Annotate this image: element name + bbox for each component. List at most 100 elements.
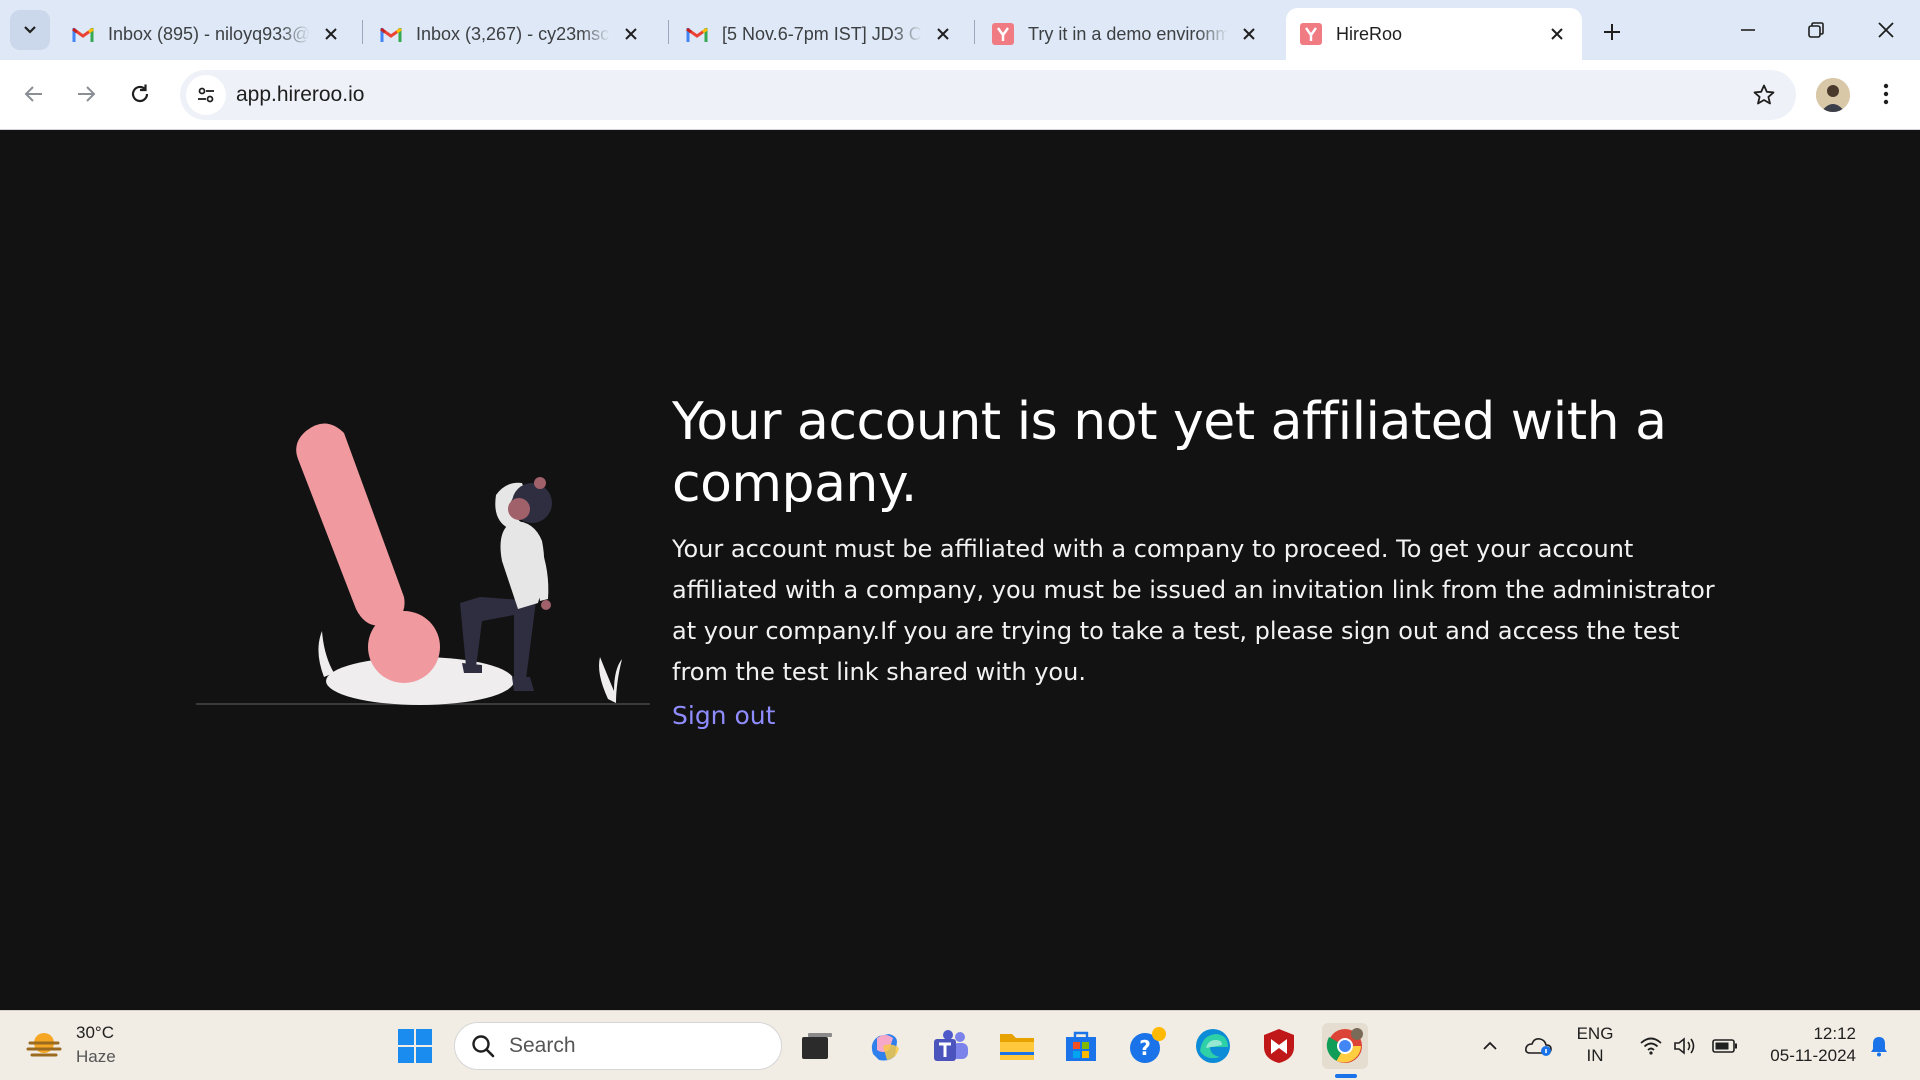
browser-menu-button[interactable] — [1868, 74, 1904, 114]
clock-date: 05-11-2024 — [1770, 1046, 1856, 1065]
gmail-icon — [686, 23, 708, 45]
page-title: Your account is not yet affiliated with … — [672, 392, 1667, 514]
language-code: ENG — [1576, 1024, 1614, 1043]
forward-button[interactable] — [66, 74, 106, 114]
tab-title: [5 Nov.6-7pm IST] JD3 Co — [722, 23, 922, 44]
tab-strip: Inbox (895) - niloyq933@gmail.com Inbox … — [0, 0, 1920, 60]
warning-illustration — [196, 423, 650, 705]
bookmark-button[interactable] — [1748, 79, 1780, 111]
reload-button[interactable] — [120, 74, 160, 114]
gmail-icon — [72, 23, 94, 45]
taskbar-search[interactable]: Search — [454, 1022, 782, 1070]
cloud-icon — [1525, 1038, 1552, 1056]
store-icon — [1066, 1031, 1096, 1061]
tab-gmail-inbox-1[interactable]: Inbox (895) - niloyq933@gmail.com — [58, 8, 356, 60]
minimize-icon — [1741, 29, 1755, 31]
haze-icon — [26, 1033, 62, 1057]
chrome-button[interactable] — [1322, 1023, 1368, 1069]
tab-title: Inbox (895) - niloyq933@gmail.com — [108, 23, 310, 44]
wifi-icon — [1640, 1037, 1662, 1055]
back-button[interactable] — [14, 74, 54, 114]
tab-hireroo[interactable]: HireRoo — [1286, 8, 1582, 60]
windows-logo-icon — [398, 1029, 432, 1063]
help-icon: ? — [1130, 1027, 1166, 1063]
message-panel: Your account is not yet affiliated with … — [672, 391, 1722, 730]
bell-icon — [1871, 1037, 1887, 1057]
hireroo-icon — [992, 23, 1014, 45]
tune-icon — [198, 87, 214, 103]
new-tab-button[interactable] — [1594, 14, 1630, 50]
file-explorer-button[interactable] — [994, 1023, 1040, 1069]
weather-temperature: 30°C — [76, 1023, 114, 1042]
browser-toolbar: app.hireroo.io — [0, 60, 1920, 130]
tab-separator — [362, 20, 363, 44]
tab-title: Try it in a demo environment — [1028, 23, 1228, 44]
mcafee-shield-icon — [1264, 1029, 1294, 1063]
teams-button[interactable] — [928, 1023, 974, 1069]
tab-search-button[interactable] — [10, 10, 50, 50]
microsoft-store-button[interactable] — [1058, 1023, 1104, 1069]
chrome-icon — [1326, 1028, 1363, 1063]
svg-text:?: ? — [1139, 1036, 1151, 1060]
notifications-button[interactable] — [1864, 1011, 1894, 1080]
star-icon — [1753, 84, 1775, 105]
chevron-down-icon — [24, 26, 36, 34]
task-view-icon — [802, 1033, 832, 1059]
wifi-tray[interactable] — [1636, 1011, 1666, 1080]
taskbar-clock[interactable]: 12:12 05-11-2024 — [1752, 1023, 1856, 1067]
plus-icon — [1604, 24, 1620, 40]
arrow-left-icon — [24, 86, 42, 102]
edge-icon — [1196, 1029, 1230, 1063]
show-hidden-icons-button[interactable] — [1476, 1011, 1504, 1080]
volume-tray[interactable] — [1670, 1011, 1700, 1080]
battery-icon — [1712, 1039, 1737, 1053]
avatar-icon — [1816, 78, 1850, 112]
volume-icon — [1674, 1037, 1695, 1055]
task-view-button[interactable] — [794, 1023, 840, 1069]
weather-condition: Haze — [76, 1047, 116, 1066]
restore-icon — [1808, 22, 1824, 38]
minimize-button[interactable] — [1724, 10, 1772, 50]
page-content: Your account is not yet affiliated with … — [0, 131, 1920, 1010]
windows-taskbar: 30°C Haze Search ? ENG IN 12:12 05-11-20… — [0, 1010, 1920, 1080]
profile-avatar[interactable] — [1816, 78, 1850, 112]
close-window-button[interactable] — [1862, 10, 1910, 50]
teams-icon — [934, 1030, 968, 1061]
close-tab-icon[interactable] — [618, 21, 644, 47]
arrow-right-icon — [78, 86, 96, 102]
close-tab-icon[interactable] — [930, 21, 956, 47]
active-app-indicator — [1335, 1074, 1357, 1078]
gmail-icon — [380, 23, 402, 45]
get-help-button[interactable]: ? — [1124, 1023, 1170, 1069]
edge-button[interactable] — [1190, 1023, 1236, 1069]
copilot-icon — [871, 1034, 899, 1061]
more-vert-icon — [1883, 83, 1889, 105]
tab-gmail-jd3[interactable]: [5 Nov.6-7pm IST] JD3 Co — [672, 8, 968, 60]
close-tab-icon[interactable] — [318, 21, 344, 47]
start-button[interactable] — [392, 1023, 438, 1069]
mcafee-button[interactable] — [1256, 1023, 1302, 1069]
weather-widget[interactable]: 30°C Haze — [24, 1021, 116, 1069]
message-body: Your account must be affiliated with a c… — [672, 535, 1715, 686]
close-tab-icon[interactable] — [1236, 21, 1262, 47]
url-text: app.hireroo.io — [236, 83, 365, 106]
search-placeholder: Search — [509, 1034, 576, 1057]
tab-demo-environment[interactable]: Try it in a demo environment — [978, 8, 1274, 60]
tab-separator — [668, 20, 669, 44]
restore-button[interactable] — [1792, 10, 1840, 50]
tab-title: Inbox (3,267) - cy23mscs — [416, 23, 610, 44]
address-bar[interactable]: app.hireroo.io — [180, 70, 1796, 120]
sign-out-link[interactable]: Sign out — [672, 701, 775, 730]
close-icon — [1878, 22, 1894, 38]
region-code: IN — [1586, 1046, 1604, 1065]
hireroo-icon — [1300, 23, 1322, 45]
copilot-button[interactable] — [862, 1023, 908, 1069]
tab-gmail-inbox-2[interactable]: Inbox (3,267) - cy23mscs — [366, 8, 656, 60]
language-indicator[interactable]: ENG IN — [1574, 1023, 1616, 1067]
site-info-button[interactable] — [186, 75, 226, 115]
onedrive-tray[interactable] — [1522, 1011, 1556, 1080]
close-tab-icon[interactable] — [1544, 21, 1570, 47]
battery-tray[interactable] — [1708, 1011, 1742, 1080]
tab-title: HireRoo — [1336, 23, 1403, 44]
search-icon — [472, 1035, 495, 1058]
